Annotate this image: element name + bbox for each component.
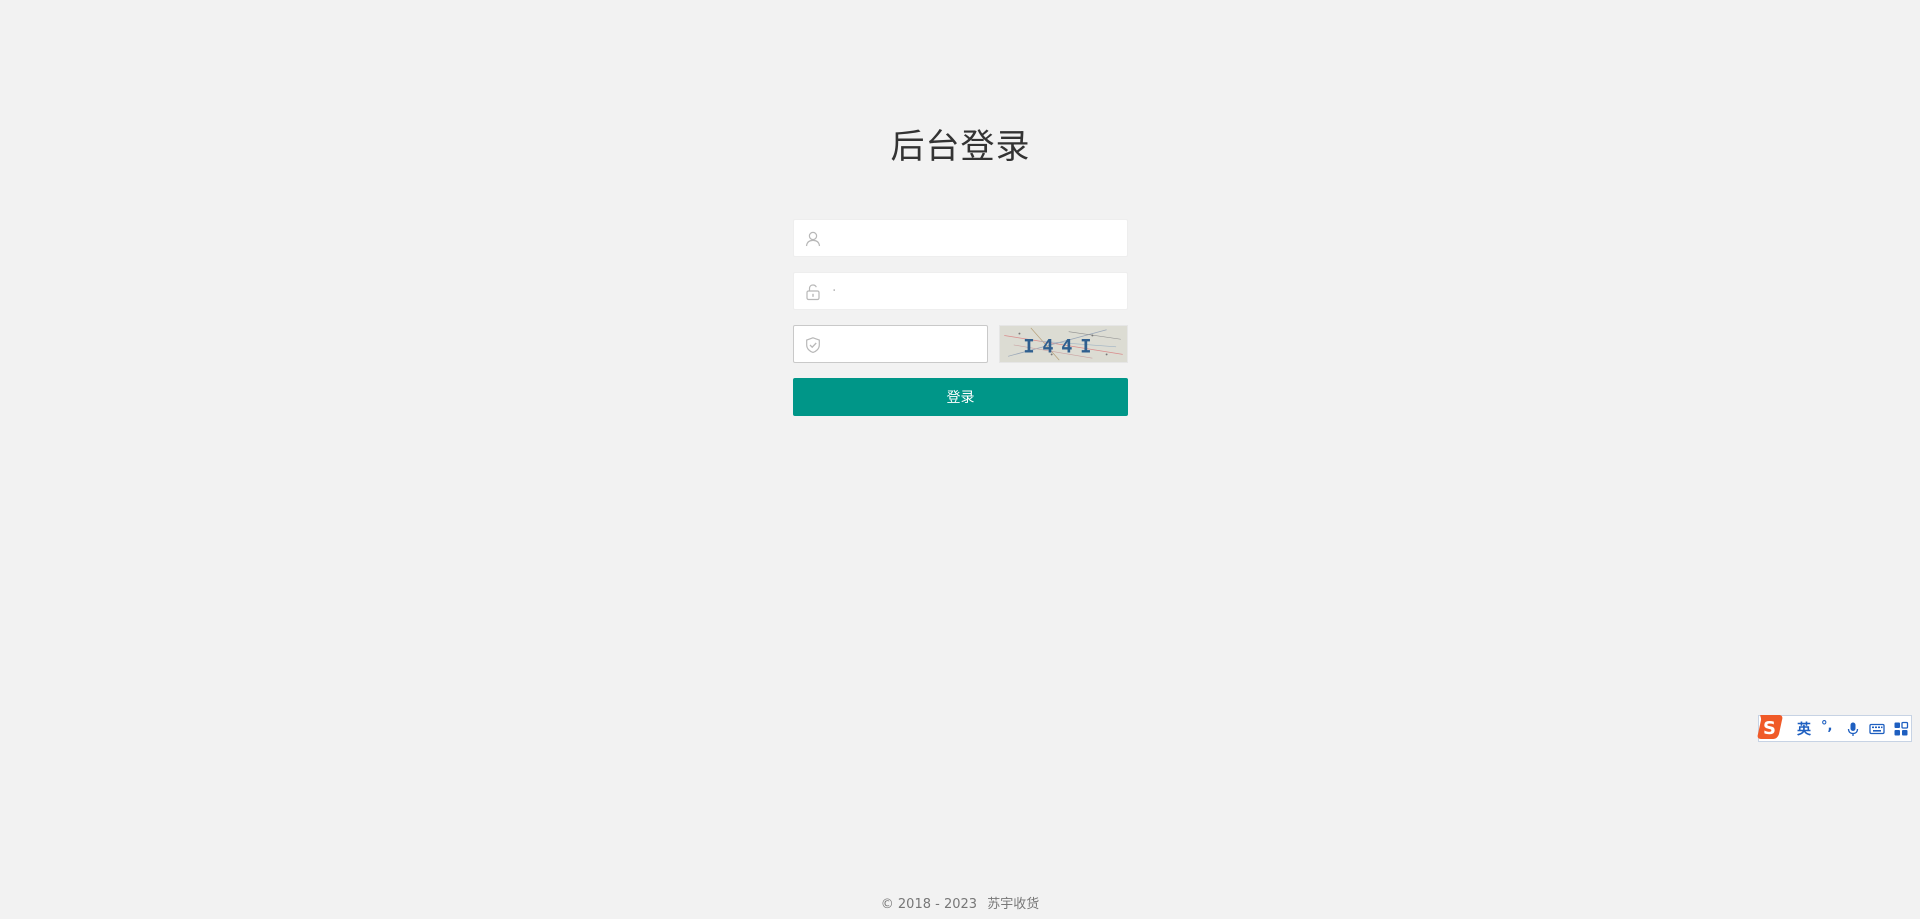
username-input[interactable] (794, 220, 1127, 256)
captcha-image[interactable]: I44I (999, 325, 1128, 363)
shield-check-icon (806, 337, 820, 354)
ime-language-toggle[interactable]: 英 (1797, 719, 1811, 739)
footer: © 2018 - 2023 苏宇收货 (0, 893, 1920, 912)
sogou-logo-icon[interactable]: S (1755, 712, 1785, 742)
unlock-icon (806, 284, 820, 301)
grid-apps-icon[interactable] (1893, 721, 1909, 737)
ime-toolbar[interactable]: S 英 °, (1755, 712, 1912, 742)
captcha-row: I44I (793, 325, 1128, 363)
login-button[interactable]: 登录 (793, 378, 1128, 416)
company-name: 苏宇收货 (987, 897, 1040, 912)
keyboard-icon[interactable] (1869, 721, 1885, 737)
password-field[interactable] (793, 272, 1128, 310)
username-field[interactable] (793, 219, 1128, 257)
captcha-text: I44I (1023, 336, 1099, 358)
password-input[interactable] (794, 273, 1127, 309)
microphone-icon[interactable] (1845, 721, 1861, 737)
page-title: 后台登录 (890, 127, 1031, 167)
captcha-field[interactable] (793, 325, 988, 363)
user-icon (805, 231, 821, 247)
ime-punctuation-toggle[interactable]: °, (1821, 719, 1832, 734)
svg-text:S: S (1763, 718, 1776, 739)
login-form: 后台登录 I44I 登录 (793, 126, 1128, 416)
copyright-text: © 2018 - 2023 (880, 897, 978, 912)
captcha-input[interactable] (794, 326, 987, 362)
